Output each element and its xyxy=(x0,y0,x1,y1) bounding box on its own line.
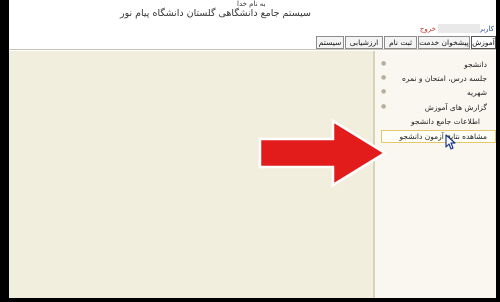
menu-item-label: مشاهده نتایج آزمون دانشجو xyxy=(399,132,487,141)
user-label: کاربر xyxy=(479,25,494,33)
header: به نام خدا سیستم جامع دانشگاهی گلستان دا… xyxy=(9,0,496,34)
menu-item-daneshjoo[interactable]: دانشجو xyxy=(464,60,487,69)
menu-item-label: اطلاعات جامع دانشجو xyxy=(411,117,480,126)
bullet-icon: ● xyxy=(381,74,387,81)
big-red-arrow-icon xyxy=(258,118,388,188)
user-info: کاربر خروج xyxy=(380,24,494,34)
user-name-redacted xyxy=(438,24,480,33)
menu-item-shahriye[interactable]: شهریه xyxy=(467,88,487,97)
bullet-icon: ● xyxy=(381,88,387,95)
menu-item-label: شهریه xyxy=(467,88,487,97)
menu-item-gozaresh-amoozesh[interactable]: گزارش های آموزش xyxy=(425,103,487,112)
menu-item-jalase-dars[interactable]: جلسه درس، امتحان و نمره xyxy=(402,74,487,83)
mouse-pointer-icon xyxy=(445,134,456,150)
menu-item-etelaat-jame[interactable]: اطلاعات جامع دانشجو xyxy=(411,117,480,126)
logout-link[interactable]: خروج xyxy=(420,25,436,33)
screenshot: به نام خدا سیستم جامع دانشگاهی گلستان دا… xyxy=(0,0,500,302)
tab-sabt-nam[interactable]: ثبت نام xyxy=(384,36,417,49)
header-small-text: به نام خدا xyxy=(237,0,266,8)
tab-pishkhan-khedmat[interactable]: پیشخوان خدمت xyxy=(418,36,470,49)
sidebar-menu: دانشجو ● جلسه درس، امتحان و نمره ● شهریه… xyxy=(375,51,496,298)
bullet-icon: ● xyxy=(381,60,387,67)
tab-bar: آموزش پیشخوان خدمت ثبت نام ارزشیابی سیست… xyxy=(9,34,496,50)
menu-item-label: گزارش های آموزش xyxy=(424,103,487,112)
tab-system[interactable]: سیستم xyxy=(316,36,344,49)
tab-amoozesh[interactable]: آموزش xyxy=(471,36,496,49)
menu-item-label: دانشجو xyxy=(464,60,487,69)
tab-arzeshyabi[interactable]: ارزشیابی xyxy=(345,36,383,49)
menu-item-label: جلسه درس، امتحان و نمره xyxy=(401,74,487,83)
menu-item-natayej-azmoon[interactable]: مشاهده نتایج آزمون دانشجو xyxy=(381,130,496,143)
page-title: سیستم جامع دانشگاهی گلستان دانشگاه پیام … xyxy=(120,8,311,19)
bullet-icon: ● xyxy=(381,103,387,110)
browser-page: به نام خدا سیستم جامع دانشگاهی گلستان دا… xyxy=(9,0,496,298)
